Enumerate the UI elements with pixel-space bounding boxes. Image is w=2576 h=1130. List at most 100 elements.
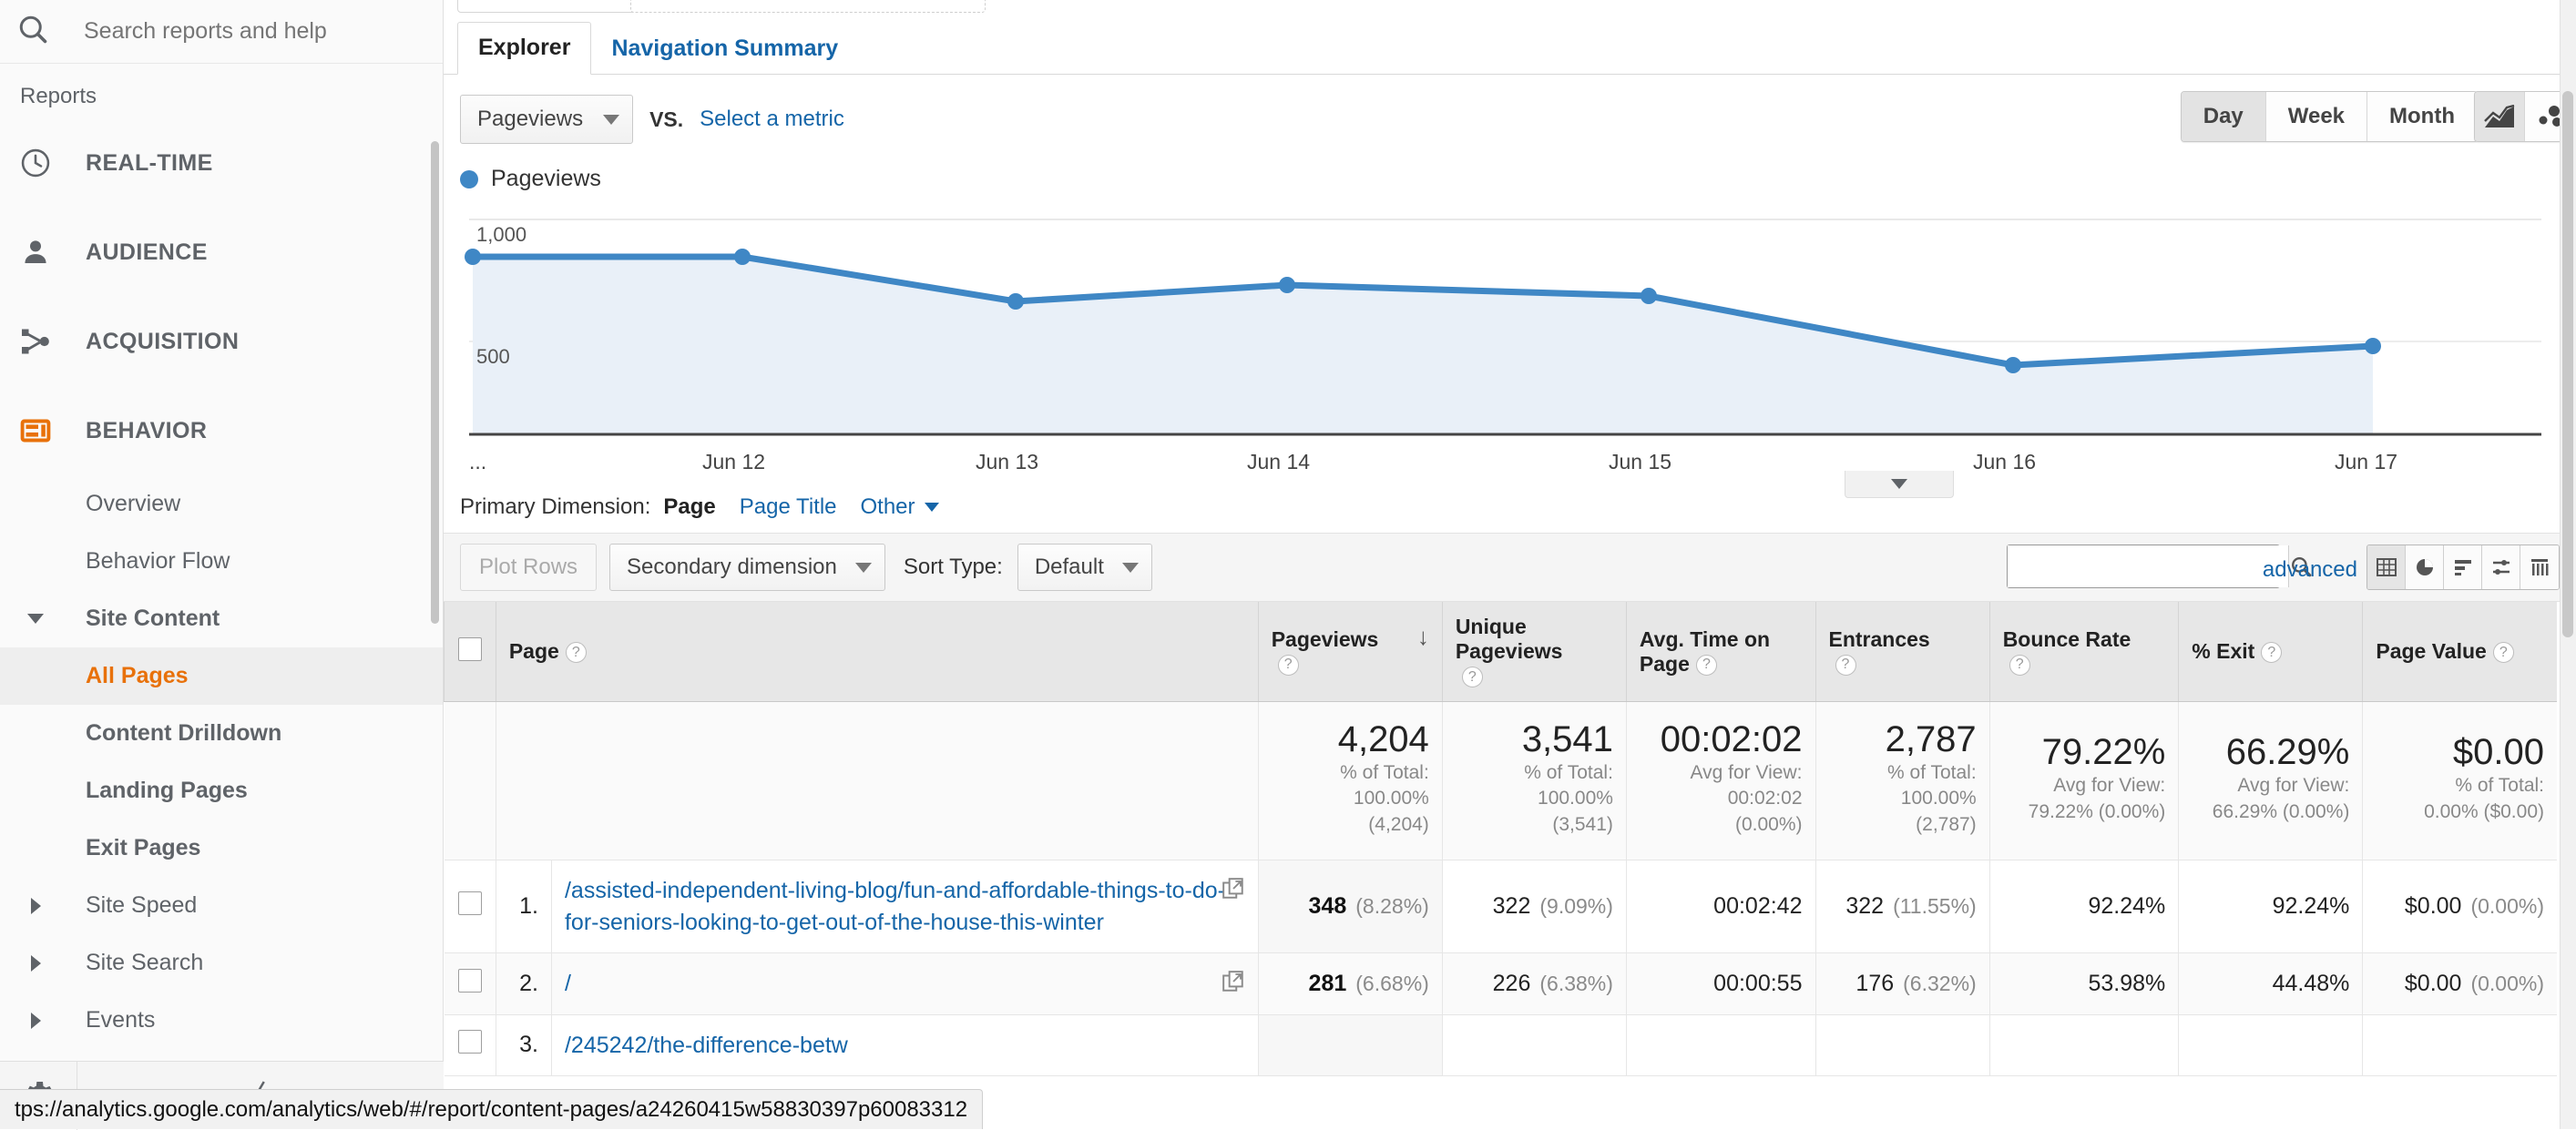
cell-value: $0.00 bbox=[2405, 893, 2462, 920]
help-icon[interactable]: ? bbox=[2261, 642, 2282, 663]
summary-sub: Avg for View: bbox=[2003, 773, 2166, 799]
column-header-unique-pageviews[interactable]: Unique Pageviews? bbox=[1442, 602, 1626, 702]
help-icon[interactable]: ? bbox=[566, 642, 587, 663]
sidebar-item-site-search[interactable]: Site Search bbox=[0, 934, 443, 992]
sort-desc-icon: ↓ bbox=[1417, 627, 1429, 646]
select-all-checkbox[interactable] bbox=[458, 637, 482, 661]
row-index: 3. bbox=[496, 1014, 551, 1076]
row-checkbox[interactable] bbox=[458, 891, 482, 915]
help-icon[interactable]: ? bbox=[1696, 655, 1717, 676]
open-in-new-icon[interactable] bbox=[1222, 877, 1245, 907]
cell-avg-time bbox=[1626, 1014, 1815, 1076]
sidebar: Reports REAL-TIME AUDIENCE ACQUISITION bbox=[0, 0, 444, 1129]
cell-unique-pageviews: 322(9.09%) bbox=[1442, 860, 1626, 953]
page-scrollbar-thumb[interactable] bbox=[2562, 91, 2573, 637]
select-all-cell[interactable] bbox=[445, 602, 496, 702]
tab-navigation-summary[interactable]: Navigation Summary bbox=[591, 36, 858, 75]
page-scrollbar-track[interactable] bbox=[2560, 0, 2576, 1129]
pivot-view-icon[interactable] bbox=[2520, 545, 2559, 589]
granularity-month[interactable]: Month bbox=[2367, 92, 2477, 141]
search-input[interactable] bbox=[82, 17, 383, 46]
granularity-toggle: Day Week Month bbox=[2181, 91, 2478, 142]
cell-percent: (11.55%) bbox=[1893, 894, 1977, 919]
cell-percent: (6.68%) bbox=[1355, 972, 1429, 996]
sidebar-item-audience[interactable]: AUDIENCE bbox=[0, 208, 443, 297]
summary-cell-pageviews: 4,204 % of Total: 100.00% (4,204) bbox=[1258, 702, 1442, 860]
table-search-input[interactable] bbox=[2008, 545, 2288, 587]
help-icon[interactable]: ? bbox=[1278, 655, 1299, 676]
bar-view-icon[interactable] bbox=[2444, 545, 2482, 589]
pie-view-icon[interactable] bbox=[2406, 545, 2444, 589]
secondary-dimension-button[interactable]: Secondary dimension bbox=[609, 544, 885, 591]
sidebar-item-label: Landing Pages bbox=[86, 778, 248, 804]
column-header-page[interactable]: Page? bbox=[496, 602, 1258, 702]
legend-label: Pageviews bbox=[491, 166, 601, 192]
chevron-right-icon bbox=[9, 898, 62, 914]
filter-field-secondary[interactable] bbox=[630, 0, 986, 13]
summary-sub: 100.00% bbox=[1456, 786, 1613, 811]
sidebar-item-exit-pages[interactable]: Exit Pages bbox=[0, 820, 443, 877]
sidebar-item-landing-pages[interactable]: Landing Pages bbox=[0, 762, 443, 820]
sidebar-item-acquisition[interactable]: ACQUISITION bbox=[0, 297, 443, 386]
table-row[interactable]: 1. /assisted-independent-living-blog/fun… bbox=[445, 860, 2558, 953]
open-in-new-icon[interactable] bbox=[1222, 970, 1245, 1000]
vs-label: VS. bbox=[649, 107, 683, 132]
granularity-week[interactable]: Week bbox=[2266, 92, 2367, 141]
primary-dimension-other[interactable]: Other bbox=[861, 494, 915, 520]
row-checkbox-cell[interactable] bbox=[445, 860, 496, 953]
help-icon[interactable]: ? bbox=[2009, 655, 2030, 676]
sidebar-scrollbar[interactable] bbox=[431, 141, 439, 624]
sidebar-item-label: REAL-TIME bbox=[86, 150, 213, 177]
sidebar-item-events[interactable]: Events bbox=[0, 992, 443, 1049]
column-header-pageviews[interactable]: ↓ Pageviews? bbox=[1258, 602, 1442, 702]
column-header-page-value[interactable]: Page Value? bbox=[2363, 602, 2557, 702]
summary-sub: (2,787) bbox=[1829, 812, 1977, 838]
chevron-right-icon bbox=[9, 1013, 62, 1029]
cell-entrances: 322(11.55%) bbox=[1815, 860, 1989, 953]
metric-dropdown[interactable]: Pageviews bbox=[460, 95, 633, 144]
cell-percent-exit: 44.48% bbox=[2179, 953, 2363, 1015]
sidebar-item-site-speed[interactable]: Site Speed bbox=[0, 877, 443, 934]
column-header-avg-time-on-page[interactable]: Avg. Time on Page? bbox=[1626, 602, 1815, 702]
help-icon[interactable]: ? bbox=[1835, 655, 1856, 676]
x-tick-label: Jun 13 bbox=[976, 450, 1038, 473]
column-header-entrances[interactable]: Entrances? bbox=[1815, 602, 1989, 702]
row-index: 2. bbox=[496, 953, 551, 1015]
granularity-day[interactable]: Day bbox=[2182, 92, 2266, 141]
sidebar-item-behavior[interactable]: BEHAVIOR bbox=[0, 386, 443, 475]
page-link[interactable]: /245242/the-difference-betw bbox=[565, 1033, 848, 1058]
row-checkbox-cell[interactable] bbox=[445, 953, 496, 1015]
main-content: Explorer Navigation Summary Pageviews VS… bbox=[444, 0, 2576, 1129]
page-link[interactable]: / bbox=[565, 971, 571, 996]
sort-type-dropdown[interactable]: Default bbox=[1017, 544, 1152, 591]
performance-view-icon[interactable] bbox=[2482, 545, 2520, 589]
help-icon[interactable]: ? bbox=[1462, 667, 1483, 687]
sidebar-item-all-pages[interactable]: All Pages bbox=[0, 647, 443, 705]
select-a-metric-link[interactable]: Select a metric bbox=[700, 107, 844, 132]
sidebar-search[interactable] bbox=[0, 0, 443, 64]
tab-explorer[interactable]: Explorer bbox=[457, 22, 591, 75]
table-search[interactable] bbox=[2007, 545, 2280, 588]
table-row[interactable]: 3. /245242/the-difference-betw bbox=[445, 1014, 2558, 1076]
table-row[interactable]: 2. / 281(6.68%) 226(6.38%) 00:00:55 176(… bbox=[445, 953, 2558, 1015]
primary-dimension-page[interactable]: Page bbox=[663, 494, 715, 520]
sidebar-item-content-drilldown[interactable]: Content Drilldown bbox=[0, 705, 443, 762]
primary-dimension-page-title[interactable]: Page Title bbox=[740, 494, 837, 520]
advanced-link[interactable]: advanced bbox=[2263, 557, 2357, 583]
row-checkbox[interactable] bbox=[458, 969, 482, 993]
column-header-percent-exit[interactable]: % Exit? bbox=[2179, 602, 2363, 702]
line-chart-icon[interactable] bbox=[2475, 92, 2525, 141]
table-view-icon[interactable] bbox=[2367, 545, 2406, 589]
sidebar-item-overview[interactable]: Overview bbox=[0, 475, 443, 533]
pageviews-chart[interactable]: 1,000 500 ... Jun 12 Jun 13 Jun 14 Jun 1… bbox=[460, 207, 2576, 480]
sidebar-item-behavior-flow[interactable]: Behavior Flow bbox=[0, 533, 443, 590]
help-icon[interactable]: ? bbox=[2493, 642, 2514, 663]
row-checkbox-cell[interactable] bbox=[445, 1014, 496, 1076]
cell-value: 322 bbox=[1493, 893, 1531, 920]
summary-sub: 100.00% bbox=[1829, 786, 1977, 811]
sidebar-item-real-time[interactable]: REAL-TIME bbox=[0, 118, 443, 208]
column-header-bounce-rate[interactable]: Bounce Rate? bbox=[1989, 602, 2179, 702]
sidebar-item-site-content[interactable]: Site Content bbox=[0, 590, 443, 647]
page-link[interactable]: /assisted-independent-living-blog/fun-an… bbox=[565, 878, 1225, 935]
row-checkbox[interactable] bbox=[458, 1030, 482, 1054]
